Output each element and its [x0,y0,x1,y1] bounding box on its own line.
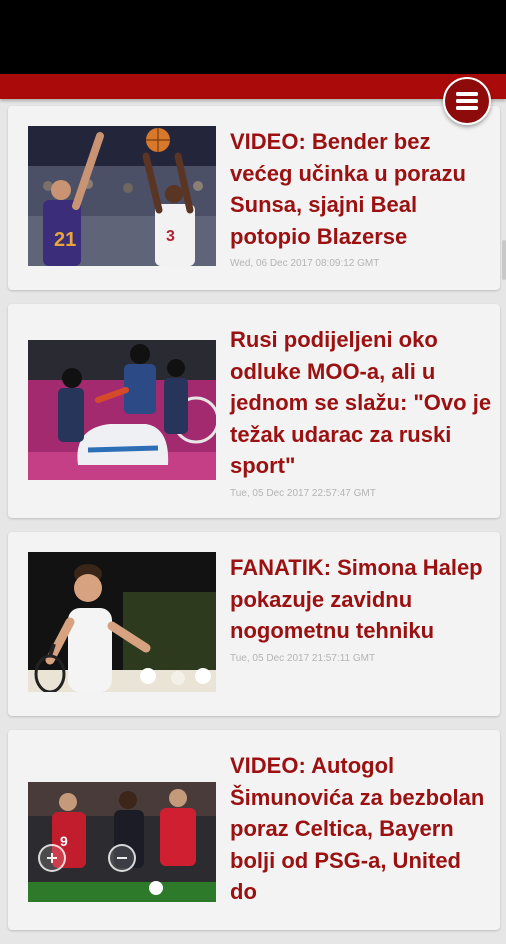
article-card[interactable]: Rusi podijeljeni oko odluke MOO-a, ali u… [8,304,500,518]
article-card[interactable]: FANATIK: Simona Halep pokazuje zavidnu n… [8,532,500,716]
article-card[interactable]: 9 VIDEO: Autogol Šimunovića za bezbolan … [8,730,500,930]
hamburger-menu-icon [456,92,478,110]
svg-text:21: 21 [54,229,76,251]
article-text: FANATIK: Simona Halep pokazuje zavidnu n… [230,552,492,664]
news-feed: 21 3 VIDEO: Bender bez većeg učinka u po… [8,106,500,944]
app-bar [0,74,506,99]
article-headline[interactable]: Rusi podijeljeni oko odluke MOO-a, ali u… [230,324,492,482]
status-bar [0,0,506,74]
zoom-in-button[interactable] [38,844,66,872]
article-headline[interactable]: FANATIK: Simona Halep pokazuje zavidnu n… [230,552,492,647]
article-timestamp: Tue, 05 Dec 2017 22:57:47 GMT [230,487,376,499]
zoom-in-icon [47,853,57,863]
basketball-photo[interactable]: 21 3 [28,126,216,266]
article-text: VIDEO: Autogol Šimunovića za bezbolan po… [230,750,492,914]
menu-button[interactable] [443,77,491,125]
article-card[interactable]: 21 3 VIDEO: Bender bez većeg učinka u po… [8,106,500,290]
svg-text:3: 3 [166,228,175,245]
article-timestamp: Wed, 06 Dec 2017 08:09:12 GMT [230,258,380,269]
scroll-indicator[interactable] [502,240,506,280]
article-timestamp: Tue, 05 Dec 2017 21:57:11 GMT [230,652,376,664]
article-text: Rusi podijeljeni oko odluke MOO-a, ali u… [230,324,492,499]
bobsleigh-photo[interactable] [28,340,216,480]
tennis-photo[interactable] [28,552,216,692]
zoom-out-icon [117,857,127,859]
article-headline[interactable]: VIDEO: Autogol Šimunovića za bezbolan po… [230,750,492,908]
article-text: VIDEO: Bender bez većeg učinka u porazu … [230,126,492,269]
zoom-out-button[interactable] [108,844,136,872]
article-headline[interactable]: VIDEO: Bender bez većeg učinka u porazu … [230,126,492,252]
football-photo[interactable]: 9 [28,782,216,902]
